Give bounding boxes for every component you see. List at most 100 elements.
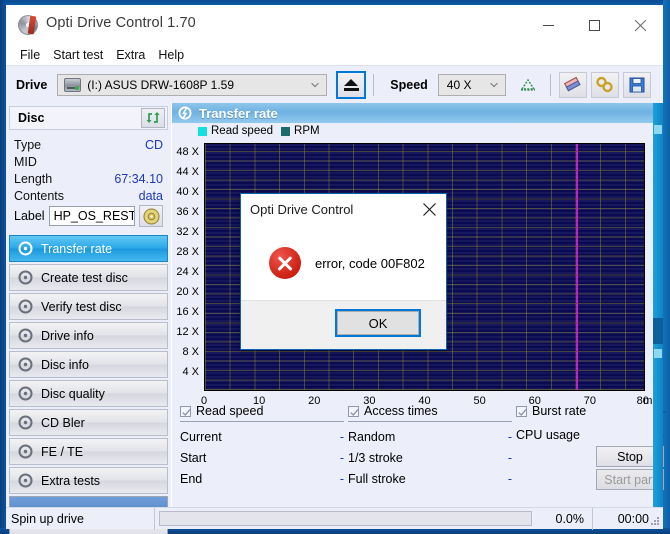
progress-percent: 0.0%	[555, 511, 585, 526]
refresh-drive-button[interactable]	[514, 72, 542, 98]
disc-row-length-key: Length	[14, 171, 53, 186]
row-random: Random -	[348, 426, 512, 447]
eraser-button[interactable]	[558, 71, 587, 98]
disc-label-input[interactable]: HP_OS_RESTO	[48, 206, 135, 226]
y-tick-32: 32 X	[176, 226, 199, 238]
access-times-checkbox-row[interactable]: Access times	[348, 403, 512, 419]
maximize-button[interactable]	[571, 5, 617, 45]
sidebar-item-disc-quality[interactable]: Disc quality	[9, 380, 168, 407]
close-icon	[422, 202, 436, 216]
dialog-title: Opti Drive Control	[250, 201, 354, 217]
divider	[180, 421, 344, 422]
settings-button[interactable]	[590, 71, 619, 98]
disc-row-contents: Contents data	[14, 187, 163, 204]
burst-rate-label: Burst rate	[532, 404, 587, 418]
row-full-stroke-key: Full stroke	[348, 471, 406, 486]
resize-grip-icon[interactable]	[650, 516, 660, 526]
close-button[interactable]	[617, 5, 663, 45]
read-speed-checkbox-row[interactable]: Read speed	[180, 403, 344, 419]
menu-item-start-test[interactable]: Start test	[49, 47, 112, 63]
results-burst-rate: Burst rate - CPU usage - Stop Start par	[516, 403, 666, 491]
disc-row-contents-key: Contents	[14, 188, 65, 203]
scrollbar-thumb[interactable]	[653, 318, 663, 344]
chart-legend: Read speed RPM	[172, 123, 663, 139]
divider	[348, 421, 512, 422]
sidebar-item-verify-test-disc[interactable]: Verify test disc	[9, 293, 168, 320]
burst-rate-checkbox[interactable]	[516, 405, 527, 417]
legend-label-rpm: RPM	[294, 125, 320, 137]
save-button[interactable]	[622, 71, 651, 98]
speed-select[interactable]: 40 X	[437, 73, 506, 96]
y-tick-16: 16 X	[176, 306, 199, 318]
application-window: Opti Drive Control 1.70 File Start test …	[6, 5, 666, 534]
disc-test-icon	[18, 270, 33, 285]
row-cpu-usage: CPU usage -	[516, 424, 666, 445]
row-full-stroke-value: -	[507, 471, 512, 486]
disc-row-mid: MID	[14, 153, 163, 170]
disc-row-contents-value: data	[138, 188, 163, 203]
sidebar-item-cd-bler[interactable]: CD Bler	[9, 409, 168, 436]
menu-item-help[interactable]: Help	[154, 47, 193, 63]
disc-label-cd-button[interactable]	[139, 205, 163, 227]
eject-button[interactable]	[336, 70, 367, 99]
panel-header: Transfer rate	[172, 103, 663, 123]
row-third-stroke: 1/3 stroke -	[348, 447, 512, 468]
panel-title: Transfer rate	[199, 105, 278, 121]
check-icon	[350, 408, 359, 416]
sidebar-item-label: Extra tests	[41, 473, 101, 488]
eraser-icon	[564, 76, 581, 92]
sidebar-item-label: CD Bler	[41, 415, 85, 430]
read-speed-checkbox[interactable]	[180, 405, 191, 417]
sidebar-item-label: Transfer rate	[41, 241, 113, 256]
sidebar-item-label: Disc quality	[41, 386, 105, 401]
sidebar-item-fe-te[interactable]: FE / TE	[9, 438, 168, 465]
menu-bar: File Start test Extra Help	[6, 45, 663, 65]
y-tick-24: 24 X	[176, 266, 199, 278]
disc-refresh-button[interactable]	[141, 108, 165, 128]
sidebar-item-label: Create test disc	[41, 270, 128, 285]
scrollbar-nub-top	[654, 125, 662, 134]
title-bar: Opti Drive Control 1.70	[6, 5, 663, 45]
legend-label-read-speed: Read speed	[211, 125, 274, 137]
refresh-icon	[146, 112, 160, 123]
settings-icon	[596, 76, 613, 93]
dialog-message: error, code 00F802	[315, 255, 425, 271]
legend-swatch-read-speed	[198, 126, 207, 136]
burst-rate-checkbox-row[interactable]: Burst rate -	[516, 403, 666, 419]
sidebar-item-transfer-rate[interactable]: Transfer rate	[9, 235, 168, 262]
access-times-label: Access times	[364, 404, 438, 418]
window-controls	[525, 5, 663, 45]
disc-test-icon	[18, 444, 33, 459]
access-times-checkbox[interactable]	[348, 405, 359, 417]
dialog-ok-button[interactable]: OK	[335, 309, 421, 337]
check-icon	[182, 408, 191, 416]
row-end-value: -	[339, 471, 344, 486]
row-third-stroke-value: -	[507, 450, 512, 465]
row-cpu-usage-key: CPU usage	[516, 427, 580, 442]
sidebar-item-label: FE / TE	[41, 444, 84, 459]
chart-y-axis: 4 X 8 X 12 X 16 X 20 X 24 X 28 X 32 X 36…	[172, 139, 202, 391]
disc-info: Type CD MID Length 67:34.10 Contents dat…	[6, 130, 171, 229]
row-random-key: Random	[348, 429, 396, 444]
menu-item-extra[interactable]: Extra	[112, 47, 154, 63]
row-random-value: -	[507, 429, 512, 444]
y-tick-40: 40 X	[176, 186, 199, 198]
toolbar: Drive (I:) ASUS DRW-1608P 1.59 Speed 40 …	[6, 65, 663, 103]
row-start: Start -	[180, 447, 344, 468]
drive-select[interactable]: (I:) ASUS DRW-1608P 1.59	[57, 73, 328, 96]
sidebar-item-drive-info[interactable]: Drive info	[9, 322, 168, 349]
sidebar-item-extra-tests[interactable]: Extra tests	[9, 467, 168, 494]
dialog-close-button[interactable]	[420, 200, 438, 218]
drive-select-value: (I:) ASUS DRW-1608P 1.59	[87, 77, 235, 92]
menu-item-file[interactable]: File	[16, 47, 49, 63]
speed-select-value: 40 X	[446, 77, 472, 92]
sidebar-item-disc-info[interactable]: Disc info	[9, 351, 168, 378]
row-start-key: Start	[180, 450, 207, 465]
disc-test-icon	[18, 328, 33, 343]
vertical-scrollbar[interactable]	[653, 103, 663, 512]
y-tick-36: 36 X	[176, 206, 199, 218]
disc-header-label: Disc	[18, 111, 45, 125]
minimize-button[interactable]	[525, 5, 571, 45]
disc-label-row: Label HP_OS_RESTO	[14, 205, 163, 227]
sidebar-item-create-test-disc[interactable]: Create test disc	[9, 264, 168, 291]
